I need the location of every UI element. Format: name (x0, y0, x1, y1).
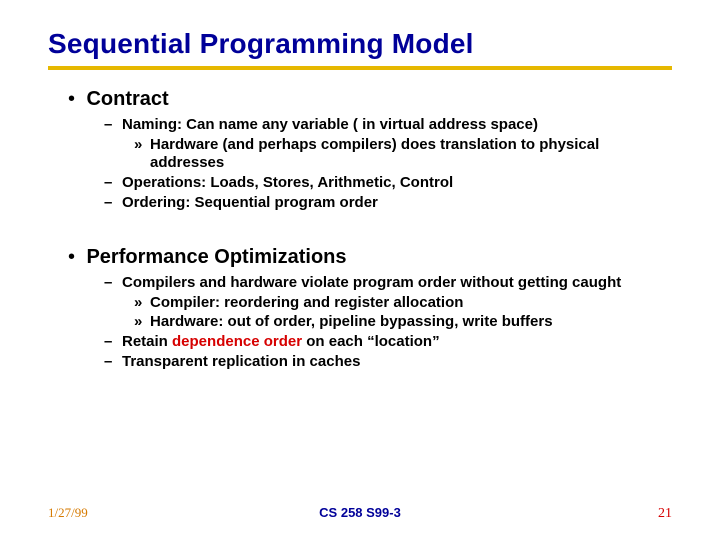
t-red: dependence order (172, 333, 302, 350)
bullet-text: Performance Optimizations (86, 246, 346, 268)
sub-text: Retain dependence order on each “locatio… (122, 333, 440, 351)
sub-bullet: – Retain dependence order on each “locat… (104, 333, 672, 351)
sub-bullet: – Compilers and hardware violate program… (104, 274, 672, 292)
dash-icon: – (104, 274, 122, 292)
sub-bullet: – Operations: Loads, Stores, Arithmetic,… (104, 174, 672, 192)
subsub-bullet: » Hardware: out of order, pipeline bypas… (134, 313, 672, 331)
dash-icon: – (104, 333, 122, 351)
bullet-text: Contract (86, 88, 168, 110)
slide-content: • Contract – Naming: Can name any variab… (48, 88, 672, 371)
subsub-text: Hardware (and perhaps compilers) does tr… (150, 136, 672, 172)
bullet-dot: • (68, 88, 82, 110)
dash-icon: – (104, 194, 122, 212)
subsub-text: Hardware: out of order, pipeline bypassi… (150, 313, 553, 331)
sub-bullet: – Transparent replication in caches (104, 353, 672, 371)
subsub-text: Compiler: reordering and register alloca… (150, 294, 463, 312)
bullet-perfopt: • Performance Optimizations (68, 246, 672, 268)
dash-icon: – (104, 353, 122, 371)
raquo-icon: » (134, 136, 150, 172)
footer-page: 21 (658, 506, 672, 522)
footer-date: 1/27/99 (48, 505, 88, 521)
sub-bullet: – Ordering: Sequential program order (104, 194, 672, 212)
dash-icon: – (104, 174, 122, 192)
subsub-bullet: » Compiler: reordering and register allo… (134, 294, 672, 312)
footer: 1/27/99 CS 258 S99-3 21 (48, 505, 672, 522)
slide: Sequential Programming Model • Contract … (0, 0, 720, 371)
footer-course: CS 258 S99-3 (319, 505, 401, 520)
raquo-icon: » (134, 294, 150, 312)
bullet-dot: • (68, 246, 82, 268)
bullet-contract: • Contract (68, 88, 672, 110)
spacer (68, 214, 672, 244)
sub-bullet: – Naming: Can name any variable ( in vir… (104, 116, 672, 134)
sub-text: Operations: Loads, Stores, Arithmetic, C… (122, 174, 453, 192)
subsub-bullet: » Hardware (and perhaps compilers) does … (134, 136, 672, 172)
t-pre: Retain (122, 333, 172, 350)
dash-icon: – (104, 116, 122, 134)
sub-text: Compilers and hardware violate program o… (122, 274, 621, 292)
slide-title: Sequential Programming Model (48, 28, 672, 60)
sub-text: Naming: Can name any variable ( in virtu… (122, 116, 538, 134)
title-rule (48, 66, 672, 70)
sub-text: Ordering: Sequential program order (122, 194, 378, 212)
raquo-icon: » (134, 313, 150, 331)
sub-text: Transparent replication in caches (122, 353, 360, 371)
t-post: on each “location” (302, 333, 440, 350)
